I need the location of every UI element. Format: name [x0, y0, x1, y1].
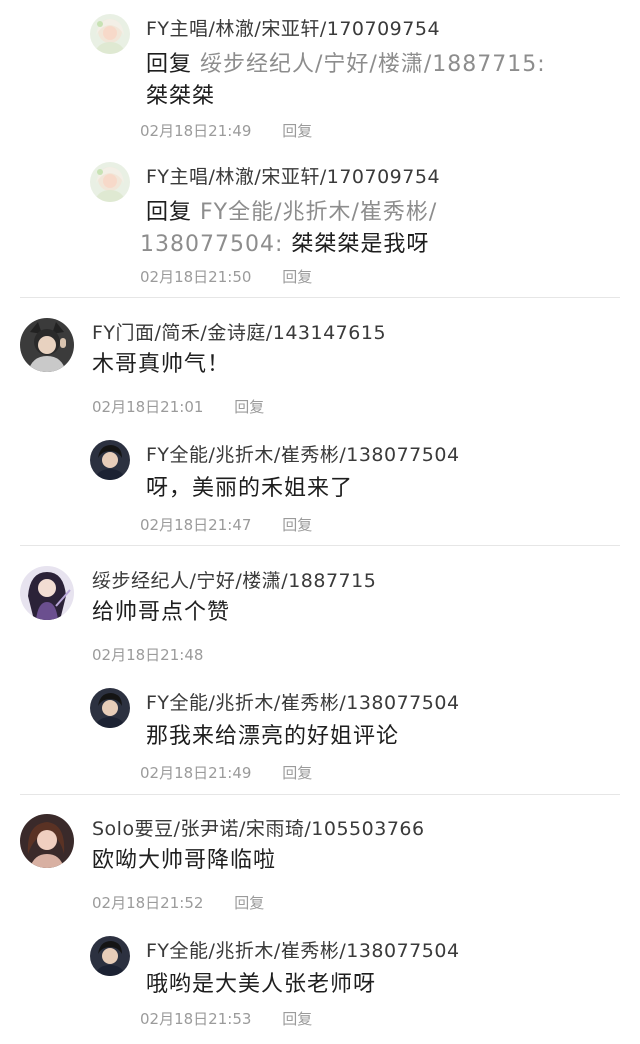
reply-button[interactable]: 回复 [234, 398, 264, 416]
comment-text: 给帅哥点个赞 [92, 600, 231, 625]
thread-divider [20, 794, 620, 795]
comment-text: 呀，美丽的禾姐来了 [146, 476, 354, 501]
avatar-boy-icon[interactable] [90, 440, 130, 480]
comment-text: 回复 绥步经纪人/宁好/楼潇/1887715: [146, 48, 546, 82]
comment-author[interactable]: FY主唱/林澈/宋亚轩/170709754 [146, 14, 440, 41]
comment-text: 那我来给漂亮的好姐评论 [146, 724, 400, 749]
comment-author[interactable]: 绥步经纪人/宁好/楼潇/1887715 [92, 566, 376, 593]
reply-prefix: 回复 [146, 52, 193, 77]
comment-time: 02月18日21:50 [140, 268, 252, 286]
comment-author[interactable]: FY主唱/林澈/宋亚轩/170709754 [146, 162, 440, 189]
reply-button[interactable]: 回复 [282, 1010, 312, 1028]
comment-time: 02月18日21:49 [140, 122, 252, 140]
reply-target-link[interactable]: FY全能/兆折木/崔秀彬/ [200, 200, 437, 225]
reply-prefix: 回复 [146, 200, 193, 225]
reply-target-link[interactable]: 138077504: [140, 232, 283, 257]
avatar-boy-icon[interactable] [90, 936, 130, 976]
reply-button[interactable]: 回复 [282, 122, 312, 140]
comment-meta: 02月18日21:53 回复 [140, 1008, 312, 1029]
comment-text: 木哥真帅气！ [92, 352, 231, 377]
comment-meta: 02月18日21:50 回复 [140, 266, 312, 287]
comment-time: 02月18日21:53 [140, 1010, 252, 1028]
avatar-anime-girl-icon[interactable] [20, 566, 74, 620]
comment-time: 02月18日21:52 [92, 894, 204, 912]
thread-divider [20, 297, 620, 298]
comment-author[interactable]: FY全能/兆折木/崔秀彬/138077504 [146, 688, 460, 715]
comment-author[interactable]: Solo要豆/张尹诺/宋雨琦/105503766 [92, 814, 425, 841]
reply-target-link[interactable]: 绥步经纪人/宁好/楼潇/1887715: [200, 52, 546, 77]
reply-button[interactable]: 回复 [234, 894, 264, 912]
comment-text-line2: 138077504: 桀桀桀是我呀 [140, 228, 429, 262]
comment-time: 02月18日21:48 [92, 646, 204, 664]
comment-text: 回复 FY全能/兆折木/崔秀彬/ [146, 196, 437, 230]
comment-time: 02月18日21:47 [140, 516, 252, 534]
comment-meta: 02月18日21:01 回复 [92, 396, 264, 417]
comment-meta: 02月18日21:47 回复 [140, 514, 312, 535]
comment-text-body: 桀桀桀 [146, 84, 216, 109]
comment-text: 哦哟是大美人张老师呀 [146, 972, 377, 997]
comment-meta: 02月18日21:48 [92, 644, 203, 665]
reply-button[interactable]: 回复 [282, 268, 312, 286]
comment-author[interactable]: FY全能/兆折木/崔秀彬/138077504 [146, 936, 460, 963]
thread-divider [20, 545, 620, 546]
comment-text: 欧呦大帅哥降临啦 [92, 848, 277, 873]
comment-time: 02月18日21:49 [140, 764, 252, 782]
avatar-girl-icon[interactable] [90, 162, 130, 202]
avatar-woman-icon[interactable] [20, 814, 74, 868]
comment-meta: 02月18日21:49 回复 [140, 120, 312, 141]
avatar-girl-icon[interactable] [90, 14, 130, 54]
comment-author[interactable]: FY门面/简禾/金诗庭/143147615 [92, 318, 386, 345]
avatar-boy-icon[interactable] [90, 688, 130, 728]
comment-body: 桀桀桀是我呀 [291, 232, 430, 257]
comment-meta: 02月18日21:49 回复 [140, 762, 312, 783]
avatar-cat-ears-icon[interactable] [20, 318, 74, 372]
comment-meta: 02月18日21:52 回复 [92, 892, 264, 913]
comment-time: 02月18日21:01 [92, 398, 204, 416]
reply-button[interactable]: 回复 [282, 516, 312, 534]
reply-button[interactable]: 回复 [282, 764, 312, 782]
comment-author[interactable]: FY全能/兆折木/崔秀彬/138077504 [146, 440, 460, 467]
